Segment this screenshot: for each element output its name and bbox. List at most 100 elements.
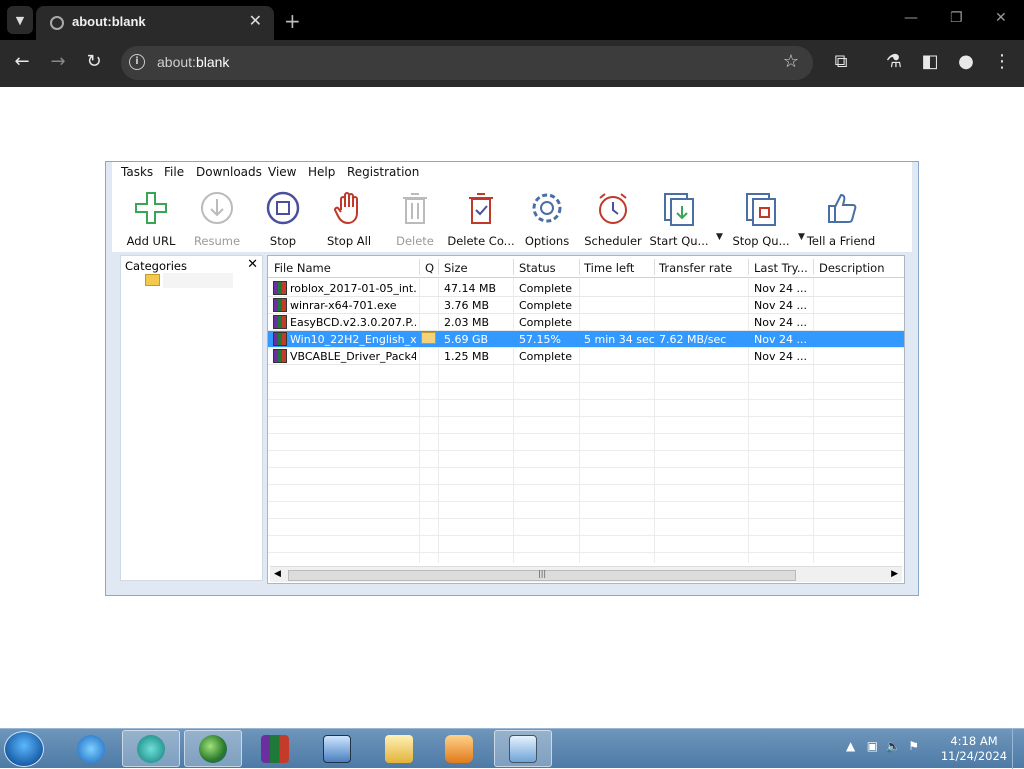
scroll-left-icon[interactable]: ◀ (274, 569, 281, 579)
add-url-icon (135, 192, 167, 224)
category-item[interactable] (163, 273, 233, 288)
categories-panel: Categories ✕ (120, 255, 263, 581)
col-time-left[interactable]: Time left (584, 261, 634, 275)
show-desktop-button[interactable] (1012, 729, 1024, 769)
reload-icon[interactable]: ↻ (82, 51, 106, 72)
col-queue[interactable]: Q (425, 261, 434, 275)
col-transfer-rate[interactable]: Transfer rate (659, 261, 732, 275)
horizontal-scrollbar[interactable]: ◀ ||| ▶ (270, 566, 902, 582)
menu-tasks[interactable]: Tasks (121, 165, 153, 179)
globe-icon (50, 16, 64, 30)
idm-toolbar: Add URL Resume Stop Stop All Delete Dele… (112, 184, 912, 252)
menu-view[interactable]: View (268, 165, 296, 179)
info-icon[interactable]: i (129, 54, 145, 70)
browser-tab-strip: ▼ about:blank ✕ + — ❐ ✕ (0, 0, 1024, 40)
taskbar-teal-app[interactable] (122, 730, 180, 767)
new-tab-button[interactable]: + (284, 9, 301, 33)
browser-tab[interactable]: about:blank ✕ (36, 6, 274, 40)
url-text: about:blank (157, 54, 230, 70)
categories-close-icon[interactable]: ✕ (247, 257, 258, 272)
action-center-flag-icon[interactable]: ⚑ (908, 739, 919, 753)
menu-help[interactable]: Help (308, 165, 335, 179)
taskbar-idm[interactable] (184, 730, 242, 767)
queue-folder-icon (421, 332, 436, 344)
stop-queue-icon (746, 193, 776, 226)
start-queue-icon (664, 193, 694, 226)
winrar-file-icon (273, 315, 287, 329)
clock-time: 4:18 AM (950, 734, 998, 748)
tell-friend-icon (828, 193, 857, 223)
back-icon[interactable]: ← (10, 51, 34, 72)
tell-a-friend-button[interactable]: Tell a Friend (802, 188, 880, 248)
delete-icon (403, 193, 427, 224)
close-window-icon[interactable]: ✕ (995, 10, 1007, 26)
taskbar-computer[interactable] (308, 730, 366, 767)
volume-icon[interactable]: 🔈 (886, 739, 901, 753)
show-hidden-icons[interactable]: ▲ (846, 739, 855, 753)
control-panel-icon (509, 734, 537, 763)
computer-icon (323, 734, 351, 763)
address-bar[interactable]: i about:blank ☆ (121, 46, 813, 80)
col-description[interactable]: Description (819, 261, 885, 275)
table-row[interactable]: VBCABLE_Driver_Pack4... 1.25 MB Complete… (268, 348, 904, 365)
scheduler-icon (599, 193, 627, 224)
tab-search-button[interactable]: ▼ (7, 6, 33, 34)
side-panel-icon[interactable]: ◧ (918, 51, 942, 72)
col-size[interactable]: Size (444, 261, 468, 275)
menu-kebab-icon[interactable]: ⋮ (990, 51, 1014, 72)
folder-explorer-icon (385, 734, 413, 763)
menu-downloads[interactable]: Downloads (196, 165, 262, 179)
tab-title: about:blank (72, 14, 146, 29)
chevron-down-icon: ▼ (15, 13, 25, 27)
minimize-icon[interactable]: — (904, 10, 918, 26)
table-row[interactable]: roblox_2017-01-05_int... 47.14 MB Comple… (268, 280, 904, 297)
options-icon (532, 193, 562, 223)
stop-all-icon (334, 192, 358, 225)
list-header: File Name Q Size Status Time left Transf… (268, 256, 904, 278)
start-queue-button[interactable]: Start Qu... (640, 188, 718, 248)
scroll-right-icon[interactable]: ▶ (891, 569, 898, 579)
profile-avatar-icon[interactable]: ● (954, 51, 978, 72)
col-status[interactable]: Status (519, 261, 556, 275)
taskbar-winrar[interactable] (246, 730, 304, 767)
teal-app-icon (137, 734, 165, 763)
idm-globe-icon (199, 734, 227, 763)
taskbar: ▲ ▣ 🔈 ⚑ 4:18 AM 11/24/2024 (0, 728, 1024, 769)
clock[interactable]: 4:18 AM 11/24/2024 (936, 734, 1012, 764)
media-player-icon (445, 734, 473, 763)
winrar-file-icon (273, 332, 287, 346)
col-file-name[interactable]: File Name (274, 261, 331, 275)
extensions-icon[interactable]: ⧉ (829, 51, 853, 72)
menu-file[interactable]: File (164, 165, 184, 179)
menu-registration[interactable]: Registration (347, 165, 419, 179)
tab-close-icon[interactable]: ✕ (249, 11, 262, 30)
taskbar-explorer[interactable] (370, 730, 428, 767)
winrar-file-icon (273, 349, 287, 363)
table-row[interactable]: winrar-x64-701.exe 3.76 MB Complete Nov … (268, 297, 904, 314)
forward-icon[interactable]: → (46, 51, 70, 72)
winrar-file-icon (273, 298, 287, 312)
labs-flask-icon[interactable]: ⚗ (882, 51, 906, 72)
stop-queue-button[interactable]: Stop Qu... (722, 188, 800, 248)
system-tray: ▲ ▣ 🔈 ⚑ (846, 739, 919, 753)
restore-icon[interactable]: ❐ (950, 10, 963, 26)
bookmark-star-icon[interactable]: ☆ (783, 51, 799, 72)
start-button[interactable] (4, 731, 44, 767)
resume-icon (201, 192, 233, 224)
col-last-try[interactable]: Last Try... (754, 261, 808, 275)
folder-icon[interactable] (145, 274, 160, 286)
taskbar-control-panel[interactable] (494, 730, 552, 767)
taskbar-media-player[interactable] (430, 730, 488, 767)
winrar-icon (261, 734, 289, 763)
idm-window: Tasks File Downloads View Help Registrat… (105, 161, 919, 596)
internet-explorer-icon (77, 734, 105, 763)
clock-date: 11/24/2024 (940, 749, 1008, 763)
taskbar-internet-explorer[interactable] (62, 730, 120, 767)
categories-title: Categories (125, 259, 187, 273)
winrar-file-icon (273, 281, 287, 295)
table-row[interactable]: EasyBCD.v2.3.0.207.P... 2.03 MB Complete… (268, 314, 904, 331)
delete-completed-icon (469, 193, 493, 224)
table-row-selected[interactable]: Win10_22H2_English_x... 5.69 GB 57.15% 5… (268, 331, 904, 348)
network-icon[interactable]: ▣ (867, 739, 878, 753)
browser-toolbar: ← → ↻ i about:blank ☆ ⧉ ⚗ ◧ ● ⋮ (0, 40, 1024, 87)
